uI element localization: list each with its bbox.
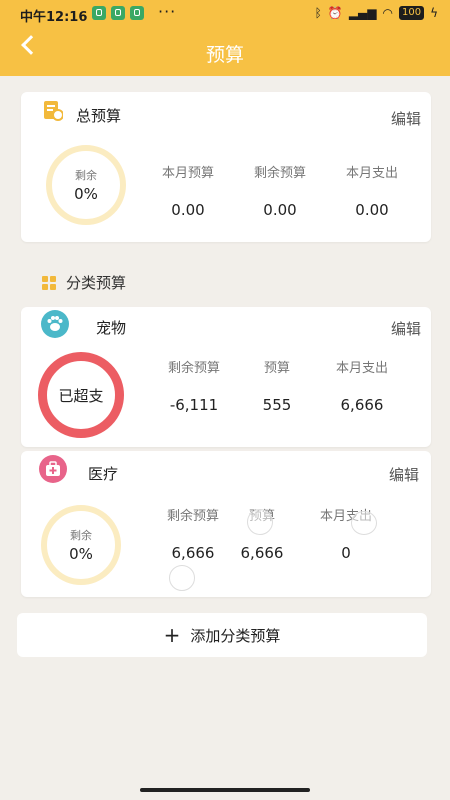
ring-label: 剩余 <box>75 169 97 182</box>
plus-icon: + <box>163 623 181 647</box>
stat-monthly-spending: 本月支出 0 <box>301 505 391 562</box>
stat-label: 本月预算 <box>161 166 214 181</box>
header-bar: 中午12:16 ··· ᛒ ⏰ ▂▄▆ ◠ 100 ϟ 预算 <box>0 0 450 76</box>
stat-label: 本月支出 <box>345 166 398 181</box>
ring-percent: 0% <box>69 545 93 563</box>
stat-value: 0.00 <box>355 201 389 219</box>
app-notification-icon <box>92 6 106 20</box>
floating-bubble <box>247 509 273 535</box>
category-grid-icon <box>42 275 56 290</box>
app-notification-icon <box>111 6 125 20</box>
stat-label: 本月支出 <box>319 509 372 524</box>
stat-monthly-spending: 本月支出 0.00 <box>327 162 417 219</box>
page-title: 预算 <box>205 44 244 66</box>
stat-value: 555 <box>262 396 292 414</box>
paw-icon <box>41 310 69 338</box>
charging-icon: ϟ <box>430 6 438 20</box>
bluetooth-icon: ᛒ <box>314 6 322 20</box>
category-card-pet: 宠物 编辑 已超支 剩余预算 -6,111 预算 555 本月支出 6,666 <box>21 307 431 447</box>
medical-edit-button[interactable]: 编辑 <box>389 464 419 485</box>
notification-icons <box>92 6 144 20</box>
stat-value: 6,666 <box>240 544 284 562</box>
over-budget-ring: 已超支 <box>38 352 124 438</box>
medical-kit-icon <box>39 455 67 483</box>
stat-value: 6,666 <box>340 396 384 414</box>
total-remaining-ring: 剩余 0% <box>46 145 126 225</box>
stat-label: 预算 <box>263 361 290 376</box>
stat-remaining-budget: 剩余预算 -6,111 <box>149 357 239 414</box>
stat-value: 0.00 <box>171 201 205 219</box>
category-budget-header: 分类预算 <box>42 272 126 293</box>
category-card-medical: 医疗 编辑 剩余 0% 剩余预算 6,666 预算 6,666 本月支出 0 <box>21 451 431 597</box>
status-bar: 中午12:16 ··· ᛒ ⏰ ▂▄▆ ◠ 100 ϟ <box>0 0 450 28</box>
status-time: 中午12:16 <box>20 10 88 25</box>
home-indicator[interactable] <box>140 788 310 792</box>
stat-value: -6,111 <box>169 396 219 414</box>
total-budget-card: 总预算 编辑 剩余 0% 本月预算 0.00 剩余预算 0.00 本月支出 0.… <box>21 92 431 242</box>
floating-bubble <box>351 511 377 535</box>
ring-label: 剩余 <box>70 529 92 542</box>
more-notifications-icon: ··· <box>158 2 177 21</box>
total-budget-title: 总预算 <box>76 107 122 125</box>
category-name: 医疗 <box>88 465 119 483</box>
ring-percent: 0% <box>74 185 98 203</box>
app-notification-icon <box>130 6 144 20</box>
status-right: ᛒ ⏰ ▂▄▆ ◠ 100 ϟ <box>315 6 438 20</box>
floating-bubble <box>169 565 195 591</box>
wifi-icon: ◠ <box>382 6 393 20</box>
category-budget-title: 分类预算 <box>66 274 127 292</box>
stat-monthly-budget: 本月预算 0.00 <box>143 162 233 219</box>
battery-icon: 100 <box>398 6 425 20</box>
add-category-label: 添加分类预算 <box>190 626 281 645</box>
stat-label: 剩余预算 <box>167 361 220 376</box>
stat-value: 0.00 <box>263 201 297 219</box>
stat-budget: 预算 555 <box>232 357 322 414</box>
add-category-budget-button[interactable]: + 添加分类预算 <box>17 613 427 657</box>
medical-remaining-ring: 剩余 0% <box>41 505 121 585</box>
over-budget-text: 已超支 <box>58 386 104 405</box>
stat-label: 剩余预算 <box>253 166 306 181</box>
budget-book-icon <box>44 101 63 121</box>
stat-value: 0 <box>341 544 351 562</box>
alarm-icon: ⏰ <box>327 6 343 20</box>
stat-remaining-budget: 剩余预算 0.00 <box>235 162 325 219</box>
category-name: 宠物 <box>96 319 127 337</box>
pet-edit-button[interactable]: 编辑 <box>391 318 421 339</box>
stat-monthly-spending: 本月支出 6,666 <box>317 357 407 414</box>
signal-icon: ▂▄▆ <box>348 6 377 20</box>
total-budget-edit-button[interactable]: 编辑 <box>391 108 421 129</box>
stat-label: 本月支出 <box>335 361 388 376</box>
